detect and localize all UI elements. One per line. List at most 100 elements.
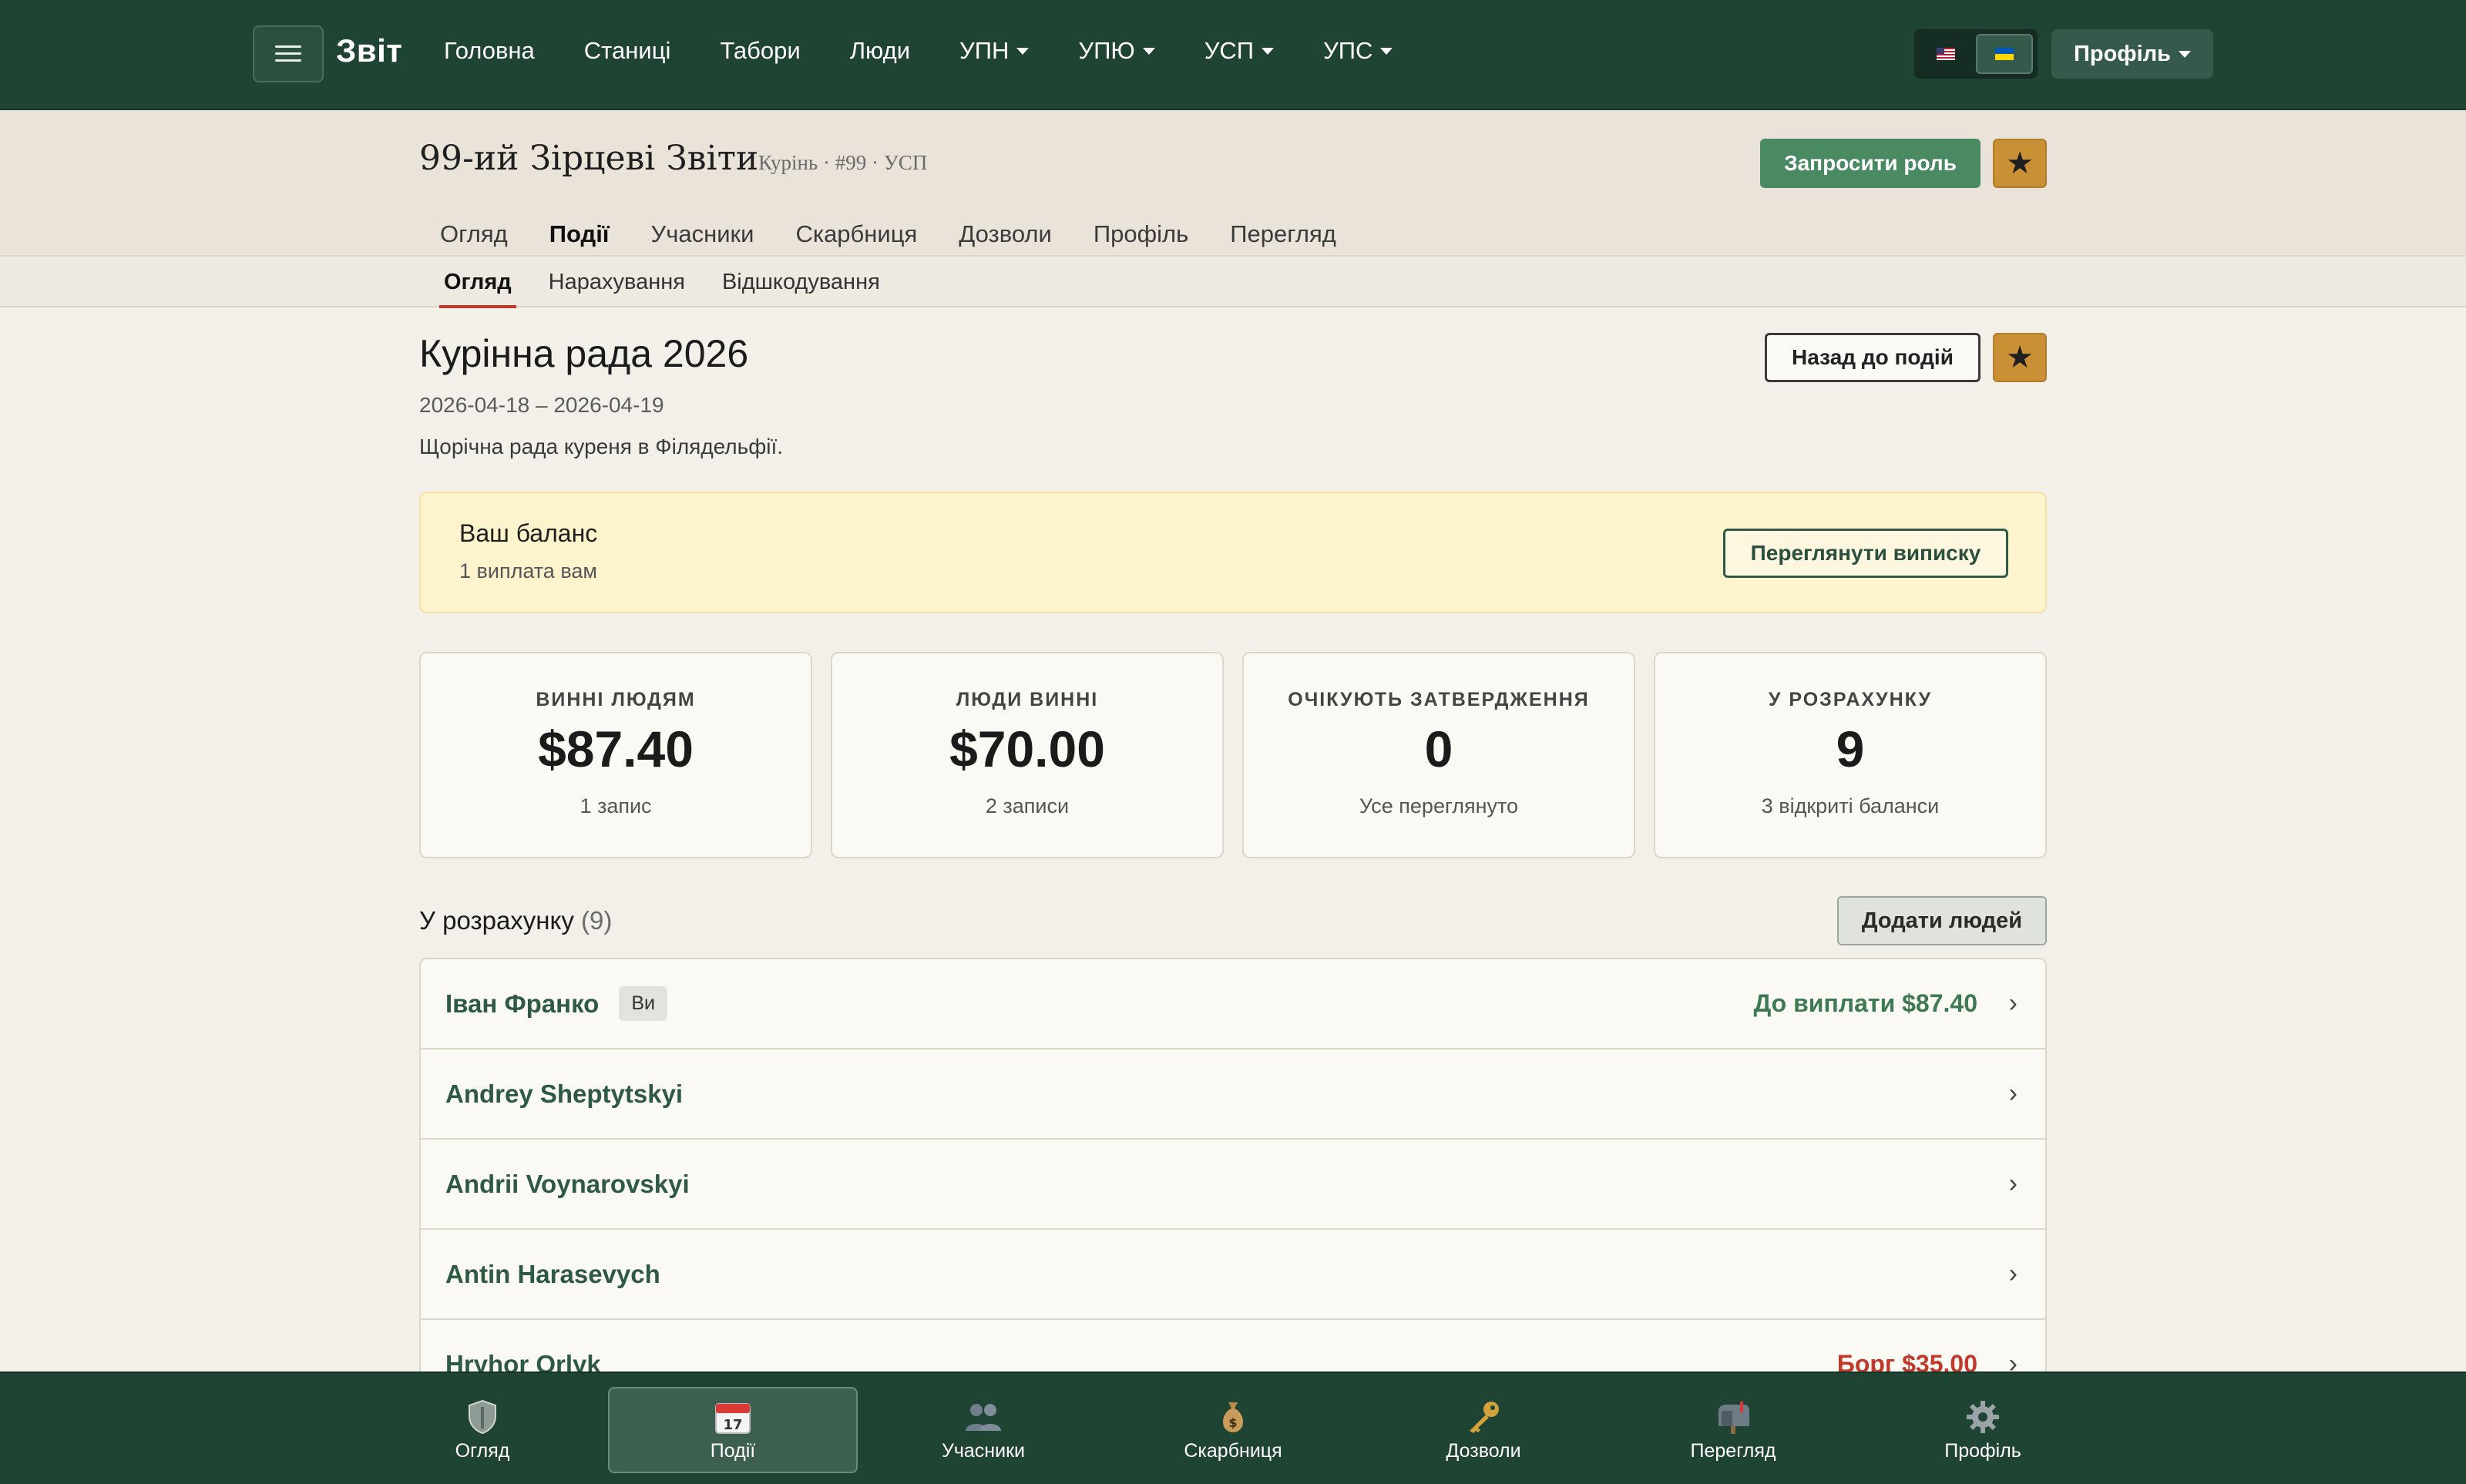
subtab-reimbursements[interactable]: Відшкодування [722, 267, 880, 297]
person-name: Antin Harasevych [445, 1259, 660, 1288]
request-role-button[interactable]: Запросити роль [1760, 139, 1981, 188]
stat-label: ОЧІКУЮТЬ ЗАТВЕРДЖЕННЯ [1288, 689, 1590, 710]
chevron-right-icon: › [2008, 989, 2017, 1018]
settlement-list-heading: У розрахунку (9) [419, 906, 612, 935]
stat-card-in-settlement: У РОЗРАХУНКУ 9 3 відкриті баланси [1654, 652, 2047, 858]
stat-subtext: Усе переглянуто [1359, 794, 1519, 818]
favorite-event-button[interactable]: ★ [1993, 333, 2047, 382]
event-title: Курінна рада 2026 [419, 332, 749, 375]
event-description: Щорічна рада куреня в Філядельфії. [419, 435, 784, 458]
list-item[interactable]: Andrey Sheptytskyi › [421, 1049, 2045, 1140]
balance-panel: Ваш баланс 1 виплата вам Переглянути вип… [419, 492, 2047, 613]
subtab-charges[interactable]: Нарахування [549, 267, 685, 297]
profile-dropdown-button[interactable]: Профіль [2051, 29, 2213, 79]
stat-value: 9 [1836, 720, 1865, 777]
list-item[interactable]: Antin Harasevych › [421, 1230, 2045, 1320]
you-badge: Ви [619, 986, 667, 1021]
nav-dropdown-upyu[interactable]: УПЮ [1078, 37, 1155, 65]
settlement-people-list: Іван Франко Ви До виплати $87.40 › Andre… [419, 958, 2047, 1412]
svg-text:17: 17 [723, 1417, 742, 1433]
main-nav-links: Головна Станиці Табори Люди УПН УПЮ УСП … [444, 37, 1442, 65]
nav-dropdown-ups[interactable]: УПС [1323, 37, 1393, 65]
nav-dropdown-usp[interactable]: УСП [1204, 37, 1275, 65]
nav-dropdown-label: УПС [1323, 37, 1373, 64]
stat-card-owed-to-people: ВИННІ ЛЮДЯМ $87.40 1 запис [419, 652, 812, 858]
tab-permissions[interactable]: Дозволи [938, 213, 1073, 256]
nav-link-people[interactable]: Люди [850, 37, 910, 65]
stat-subtext: 1 запис [580, 794, 652, 818]
person-name: Іван Франко [445, 989, 600, 1018]
money-bag-icon: $ [1218, 1398, 1248, 1435]
nav-link-home[interactable]: Головна [444, 37, 535, 65]
chevron-right-icon: › [2008, 1169, 2017, 1198]
add-people-button[interactable]: Додати людей [1837, 896, 2047, 945]
org-title: 99-ий Зірцеві Звіти [419, 139, 759, 178]
bottom-navbar: Огляд 17 Події Учасники $ Скарбниця Дозв… [0, 1372, 2466, 1484]
caret-down-icon [2178, 50, 2191, 58]
mailbox-icon [1714, 1398, 1752, 1435]
favorite-org-button[interactable]: ★ [1993, 139, 2047, 188]
view-statement-button[interactable]: Переглянути виписку [1723, 529, 2008, 578]
chevron-right-icon: › [2008, 1079, 2017, 1108]
bottom-nav-members[interactable]: Учасники [858, 1387, 1108, 1473]
list-item[interactable]: Іван Франко Ви До виплати $87.40 › [421, 959, 2045, 1049]
bottom-nav-label: Дозволи [1446, 1439, 1521, 1462]
tab-members[interactable]: Учасники [630, 213, 775, 256]
menu-icon [275, 45, 301, 62]
balance-subtitle: 1 виплата вам [459, 559, 597, 583]
stat-card-pending-approval: ОЧІКУЮТЬ ЗАТВЕРДЖЕННЯ 0 Усе переглянуто [1242, 652, 1635, 858]
person-name: Andrey Sheptytskyi [445, 1079, 684, 1108]
tab-profile[interactable]: Профіль [1073, 213, 1209, 256]
caret-down-icon [1016, 47, 1030, 55]
bottom-nav-permissions[interactable]: Дозволи [1359, 1387, 1608, 1473]
tab-events[interactable]: Події [529, 213, 630, 262]
svg-text:$: $ [1228, 1415, 1237, 1430]
bottom-nav-label: Скарбниця [1184, 1439, 1282, 1462]
stats-row: ВИННІ ЛЮДЯМ $87.40 1 запис ЛЮДИ ВИННІ $7… [419, 652, 2047, 858]
org-meta: Курінь · #99 · УСП [758, 151, 928, 174]
gear-icon [1965, 1398, 2001, 1435]
language-ukrainian-button[interactable] [1976, 34, 2033, 74]
event-subtabs: Огляд Нарахування Відшкодування [439, 267, 917, 308]
stat-subtext: 3 відкриті баланси [1761, 794, 1940, 818]
ukraine-flag-icon [1995, 48, 2014, 60]
stat-card-people-owe: ЛЮДИ ВИННІ $70.00 2 записи [831, 652, 1224, 858]
hamburger-menu-button[interactable] [253, 25, 324, 82]
bottom-nav-events[interactable]: 17 Події [608, 1387, 858, 1473]
bottom-nav-overview[interactable]: Огляд [358, 1387, 607, 1473]
balance-title: Ваш баланс [459, 519, 598, 547]
bottom-nav-label: Перегляд [1690, 1439, 1776, 1462]
list-item[interactable]: Andrii Voynarovskyi › [421, 1140, 2045, 1230]
stat-label: ВИННІ ЛЮДЯМ [536, 689, 696, 710]
nav-link-camps[interactable]: Табори [720, 37, 800, 65]
back-to-events-button[interactable]: Назад до подій [1765, 333, 1981, 382]
stat-label: У РОЗРАХУНКУ [1768, 689, 1933, 710]
stat-value: $70.00 [949, 720, 1105, 777]
bottom-nav-review[interactable]: Перегляд [1608, 1387, 1858, 1473]
nav-dropdown-upn[interactable]: УПН [959, 37, 1030, 65]
caret-down-icon [1142, 47, 1155, 55]
stat-subtext: 2 записи [985, 794, 1070, 818]
bottom-nav-profile[interactable]: Профіль [1858, 1387, 2108, 1473]
tab-treasury[interactable]: Скарбниця [774, 213, 938, 256]
nav-dropdown-label: УСП [1204, 37, 1255, 64]
bottom-nav-label: Профіль [1944, 1439, 2021, 1462]
brand-logo[interactable]: Звіт [336, 32, 402, 69]
person-balance: До виплати $87.40 [1753, 989, 1977, 1017]
top-navbar: Звіт Головна Станиці Табори Люди УПН УПЮ… [0, 0, 2466, 110]
shield-icon [467, 1398, 498, 1435]
subtab-overview[interactable]: Огляд [439, 267, 516, 308]
tab-review[interactable]: Перегляд [1209, 213, 1357, 256]
language-english-button[interactable] [1919, 34, 1973, 74]
person-name: Andrii Voynarovskyi [445, 1169, 690, 1198]
org-tabs: Огляд Події Учасники Скарбниця Дозволи П… [419, 213, 1357, 262]
bottom-nav-label: Огляд [455, 1439, 510, 1462]
tab-overview[interactable]: Огляд [419, 213, 529, 256]
bottom-nav-treasury[interactable]: $ Скарбниця [1108, 1387, 1358, 1473]
settlement-list-title: У розрахунку [419, 906, 574, 935]
nav-link-stanytsi[interactable]: Станиці [584, 37, 671, 65]
us-flag-icon [1937, 48, 1955, 60]
star-icon: ★ [2006, 146, 2034, 180]
bottom-nav-label: Учасники [942, 1439, 1025, 1462]
star-icon: ★ [2006, 341, 2034, 374]
